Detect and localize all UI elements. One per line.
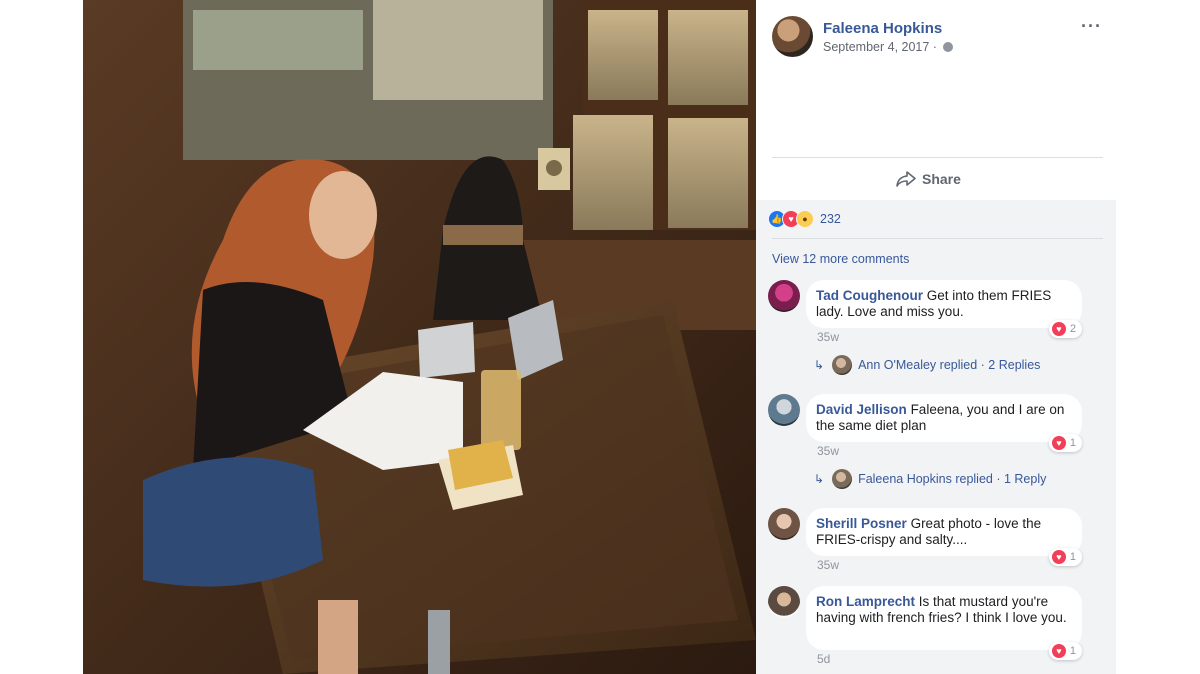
love-icon: ♥	[1051, 644, 1066, 658]
divider	[772, 157, 1103, 158]
ellipsis-icon[interactable]: ···	[1081, 16, 1102, 37]
comment-time[interactable]: 35w	[817, 558, 839, 572]
comment-item: Tad Coughenour Get into them FRIES lady.…	[768, 280, 1108, 380]
replies-link[interactable]: ↳ Faleena Hopkins replied · 1 Reply	[814, 469, 1046, 489]
commenter-name[interactable]: David Jellison	[816, 402, 907, 417]
commenter-avatar[interactable]	[768, 586, 800, 618]
comment-time[interactable]: 35w	[817, 330, 839, 344]
comment-time[interactable]: 35w	[817, 444, 839, 458]
comment-reaction-badge[interactable]: ♥ 2	[1048, 320, 1082, 338]
share-button[interactable]: Share	[896, 168, 961, 190]
comment-time[interactable]: 5d	[817, 652, 830, 666]
commenter-avatar[interactable]	[768, 394, 800, 426]
post-photo[interactable]	[83, 0, 756, 674]
author-name[interactable]: Faleena Hopkins	[823, 20, 942, 37]
replies-text: Faleena Hopkins replied · 1 Reply	[858, 472, 1047, 486]
post-header: Faleena Hopkins September 4, 2017 · ··· …	[756, 0, 1116, 200]
comment-reaction-badge[interactable]: ♥ 1	[1048, 548, 1082, 566]
commenter-avatar[interactable]	[768, 280, 800, 312]
commenter-name[interactable]: Sherill Posner	[816, 516, 907, 531]
share-label: Share	[922, 171, 961, 187]
comment-reaction-badge[interactable]: ♥ 1	[1048, 434, 1082, 452]
author-avatar[interactable]	[772, 16, 813, 57]
love-icon: ♥	[1051, 436, 1066, 450]
post-date[interactable]: September 4, 2017 ·	[823, 40, 937, 54]
comment-bubble: Tad Coughenour Get into them FRIES lady.…	[806, 280, 1082, 328]
reaction-count: 232	[820, 212, 841, 226]
reactions-summary[interactable]: 👍 ♥ ● 232	[768, 210, 841, 228]
comment-item: Ron Lamprecht Is that mustard you're hav…	[768, 586, 1108, 666]
love-icon: ♥	[1051, 550, 1066, 564]
reply-arrow-icon: ↳	[814, 358, 825, 372]
comments-section: 👍 ♥ ● 232 View 12 more comments Tad Coug…	[756, 200, 1116, 674]
comment-bubble: David Jellison Faleena, you and I are on…	[806, 394, 1082, 442]
replies-link[interactable]: ↳ Ann O'Mealey replied · 2 Replies	[814, 355, 1040, 375]
comment-bubble: Sherill Posner Great photo - love the FR…	[806, 508, 1082, 556]
comment-reaction-count: 1	[1069, 437, 1076, 449]
divider	[772, 238, 1103, 239]
comment-reaction-badge[interactable]: ♥ 1	[1048, 642, 1082, 660]
share-icon	[896, 171, 916, 187]
replier-avatar	[832, 355, 853, 375]
comment-reaction-count: 1	[1069, 551, 1076, 563]
comment-reaction-count: 2	[1069, 323, 1076, 335]
commenter-name[interactable]: Ron Lamprecht	[816, 594, 915, 609]
post-photo-image	[83, 0, 756, 674]
globe-icon	[943, 42, 954, 52]
commenter-avatar[interactable]	[768, 508, 800, 540]
view-more-comments-link[interactable]: View 12 more comments	[772, 252, 909, 266]
post-panel: Faleena Hopkins September 4, 2017 · ··· …	[756, 0, 1116, 674]
wow-icon: ●	[796, 210, 814, 228]
comment-bubble: Ron Lamprecht Is that mustard you're hav…	[806, 586, 1082, 650]
comment-item: David Jellison Faleena, you and I are on…	[768, 394, 1108, 494]
post-meta: September 4, 2017 ·	[823, 40, 954, 54]
replies-text: Ann O'Mealey replied · 2 Replies	[858, 358, 1041, 372]
commenter-name[interactable]: Tad Coughenour	[816, 288, 923, 303]
comment-item: Sherill Posner Great photo - love the FR…	[768, 508, 1108, 578]
reply-arrow-icon: ↳	[814, 472, 825, 486]
love-icon: ♥	[1051, 322, 1066, 336]
comment-reaction-count: 1	[1069, 645, 1076, 657]
replier-avatar	[832, 469, 853, 489]
